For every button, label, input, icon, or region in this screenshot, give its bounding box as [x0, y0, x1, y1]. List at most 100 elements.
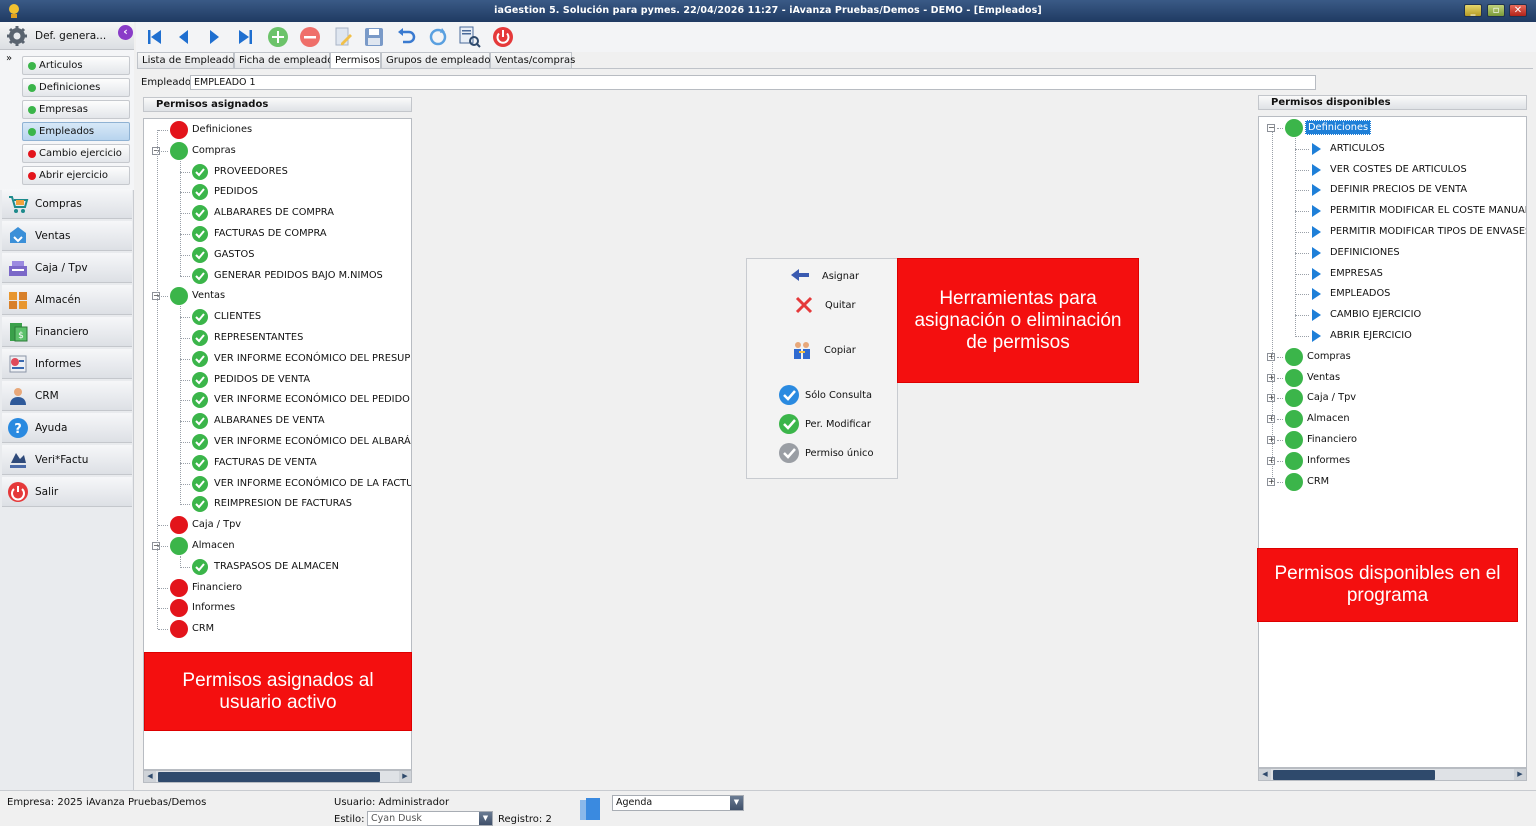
module-financiero[interactable]: $ Financiero [2, 317, 132, 347]
tree-item-pedidos[interactable]: PEDIDOS [144, 182, 411, 202]
tree-group-informes[interactable]: + Informes [1259, 451, 1526, 471]
employee-field[interactable]: EMPLEADO 1 [190, 75, 1316, 90]
tree-item-clientes[interactable]: CLIENTES [144, 307, 411, 327]
edit-icon[interactable] [332, 25, 356, 49]
remove-button[interactable]: Quitar [793, 294, 893, 318]
refresh-icon[interactable] [426, 25, 450, 49]
tree-item-permitir-modificar-tipos-de-envases[interactable]: PERMITIR MODIFICAR TIPOS DE ENVASES [1259, 222, 1526, 242]
expand-toggle-icon[interactable]: + [1267, 394, 1275, 403]
undo-icon[interactable] [394, 25, 418, 49]
tree-group-definiciones[interactable]: Definiciones [144, 120, 411, 140]
tree-item-articulos[interactable]: ARTICULOS [1259, 139, 1526, 159]
scroll-right-arrow-icon[interactable]: ▶ [399, 771, 411, 782]
next-record-icon[interactable] [202, 25, 226, 49]
sidebar-item-articulos[interactable]: Articulos [22, 56, 130, 75]
module-ventas[interactable]: Ventas [2, 221, 132, 251]
power-icon[interactable] [491, 25, 515, 49]
scrollbar-thumb[interactable] [1273, 770, 1435, 780]
tab-ventas-compras[interactable]: Ventas/compras [490, 52, 575, 69]
close-window-button[interactable]: ✕ [1509, 4, 1527, 17]
maximize-button[interactable]: ▫ [1487, 4, 1505, 17]
tree-item-permitir-modificar-el-coste-manualm[interactable]: PERMITIR MODIFICAR EL COSTE MANUALM [1259, 201, 1526, 221]
module-almacen[interactable]: Almacén [2, 285, 132, 315]
sidebar-item-cambio-ejercicio[interactable]: Cambio ejercicio [22, 144, 130, 163]
tree-item-representantes[interactable]: REPRESENTANTES [144, 328, 411, 348]
tree-group-caja-tpv[interactable]: Caja / Tpv [144, 515, 411, 535]
tree-item-facturas-de-compra[interactable]: FACTURAS DE COMPRA [144, 224, 411, 244]
tree-group-financiero[interactable]: + Financiero [1259, 430, 1526, 450]
module-ayuda[interactable]: ? Ayuda [2, 413, 132, 443]
tree-item-gastos[interactable]: GASTOS [144, 245, 411, 265]
scroll-left-arrow-icon[interactable]: ◀ [144, 771, 156, 782]
tree-group-ventas[interactable]: − Ventas [144, 286, 411, 306]
scroll-right-arrow-icon[interactable]: ▶ [1514, 769, 1526, 780]
assigned-horizontal-scrollbar[interactable]: ◀ ▶ [143, 770, 412, 783]
expand-toggle-icon[interactable]: + [1267, 352, 1275, 361]
previous-record-icon[interactable] [172, 25, 196, 49]
agenda-icon[interactable] [576, 796, 604, 824]
module-caja-tpv[interactable]: Caja / Tpv [2, 253, 132, 283]
tab-permisos[interactable]: Permisos [330, 52, 381, 69]
tree-group-informes[interactable]: Informes [144, 598, 411, 618]
tree-group-ventas[interactable]: + Ventas [1259, 368, 1526, 388]
tree-group-caja-tpv[interactable]: + Caja / Tpv [1259, 388, 1526, 408]
expand-toggle-icon[interactable]: + [1267, 436, 1275, 444]
chevron-down-icon[interactable]: ▼ [479, 812, 492, 825]
module-verifactu[interactable]: Veri*Factu [2, 445, 132, 475]
tree-item-albarares-de-compra[interactable]: ALBARARES DE COMPRA [144, 203, 411, 223]
save-icon[interactable] [362, 25, 386, 49]
per-modify-button[interactable]: Per. Modificar [778, 413, 893, 437]
module-salir[interactable]: Salir [2, 477, 132, 507]
tree-group-almacen[interactable]: + Almacen [1259, 409, 1526, 429]
tab-grupos-empleados[interactable]: Grupos de empleados [381, 52, 496, 69]
sidebar-item-definiciones[interactable]: Definiciones [22, 78, 130, 97]
minimize-button[interactable]: _ [1464, 4, 1482, 17]
module-informes[interactable]: Informes [2, 349, 132, 379]
tree-item-generar-pedidos-bajo-m-nimos[interactable]: GENERAR PEDIDOS BAJO M.NIMOS [144, 266, 411, 286]
tree-item-empresas[interactable]: EMPRESAS [1259, 264, 1526, 284]
chevron-double-down-icon[interactable]: » [6, 53, 12, 64]
tree-item-ver-informe-economico-del-pedido[interactable]: VER INFORME ECONÓMICO DEL PEDIDO [144, 390, 411, 410]
add-record-icon[interactable] [266, 25, 290, 49]
unique-permission-button[interactable]: Permiso único [778, 442, 893, 466]
agenda-select[interactable]: Agenda ▼ [612, 795, 744, 811]
assign-button[interactable]: Asignar [789, 265, 889, 289]
tab-lista-empleados[interactable]: Lista de Empleados [137, 52, 240, 69]
tree-item-ver-informe-economico-del-albaran[interactable]: VER INFORME ECONÓMICO DEL ALBARÁN [144, 432, 411, 452]
sidebar-item-abrir-ejercicio[interactable]: Abrir ejercicio [22, 166, 130, 185]
tree-group-compras[interactable]: − Compras [144, 141, 411, 161]
tree-item-ver-costes-de-articulos[interactable]: VER COSTES DE ARTICULOS [1259, 160, 1526, 180]
sidebar-header[interactable]: Def. genera... ‹ [0, 22, 134, 50]
tree-item-albaranes-de-venta[interactable]: ALBARANES DE VENTA [144, 411, 411, 431]
module-compras[interactable]: Compras [2, 189, 132, 219]
scrollbar-thumb[interactable] [158, 772, 380, 782]
copy-button[interactable]: Copiar [791, 339, 891, 363]
tree-item-definir-precios-de-venta[interactable]: DEFINIR PRECIOS DE VENTA [1259, 180, 1526, 200]
tree-group-compras[interactable]: + Compras [1259, 347, 1526, 367]
tree-group-financiero[interactable]: Financiero [144, 578, 411, 598]
chevron-down-icon[interactable]: ▼ [730, 796, 743, 810]
first-record-icon[interactable] [142, 25, 166, 49]
tree-item-facturas-de-venta[interactable]: FACTURAS DE VENTA [144, 453, 411, 473]
expand-toggle-icon[interactable]: + [1267, 373, 1275, 382]
tree-item-definiciones[interactable]: DEFINICIONES [1259, 243, 1526, 263]
tree-group-almacen[interactable]: − Almacen [144, 536, 411, 556]
style-select[interactable]: Cyan Dusk ▼ [367, 811, 493, 826]
tree-item-reimpresion-de-facturas[interactable]: REIMPRESION DE FACTURAS [144, 494, 411, 514]
delete-record-icon[interactable] [298, 25, 322, 49]
expand-toggle-icon[interactable]: + [1267, 456, 1275, 465]
sidebar-item-empleados[interactable]: Empleados [22, 122, 130, 141]
collapse-sidebar-button[interactable]: ‹ [118, 25, 133, 40]
tree-item-traspasos-de-almacen[interactable]: TRASPASOS DE ALMACEN [144, 557, 411, 577]
tree-group-definiciones[interactable]: − Definiciones [1259, 118, 1526, 138]
expand-toggle-icon[interactable]: + [1267, 477, 1275, 486]
only-consult-button[interactable]: Sólo Consulta [778, 384, 893, 408]
tree-item-proveedores[interactable]: PROVEEDORES [144, 162, 411, 182]
tree-item-empleados[interactable]: EMPLEADOS [1259, 284, 1526, 304]
scroll-left-arrow-icon[interactable]: ◀ [1259, 769, 1271, 780]
sidebar-item-empresas[interactable]: Empresas [22, 100, 130, 119]
search-document-icon[interactable] [458, 25, 482, 49]
available-horizontal-scrollbar[interactable]: ◀ ▶ [1258, 768, 1527, 781]
tree-item-ver-informe-economico-del-presupue[interactable]: VER INFORME ECONÓMICO DEL PRESUPUE [144, 349, 411, 369]
expand-toggle-icon[interactable]: + [1267, 415, 1275, 424]
